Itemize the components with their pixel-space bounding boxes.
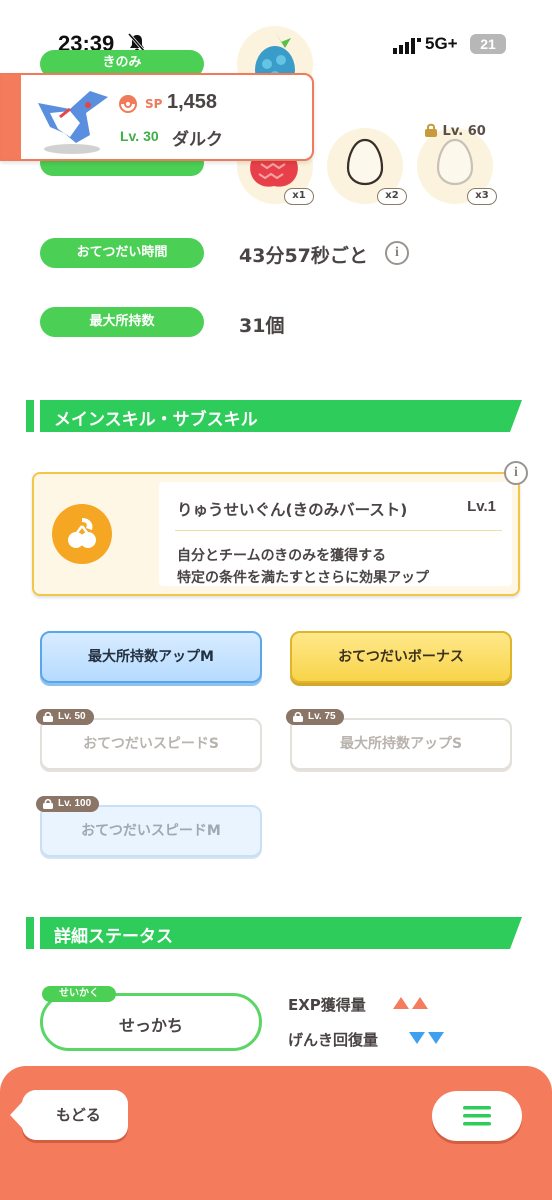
nature-tag: せいかく xyxy=(42,986,116,1002)
nature-up-effect: EXP獲得量 xyxy=(288,996,366,1014)
ingredient-count: x3 xyxy=(467,188,497,205)
popup-accent-stripe xyxy=(2,75,21,159)
main-skill-name: りゅうせいぐん(きのみバースト) xyxy=(177,501,408,519)
up-arrows-icon xyxy=(393,997,428,1009)
signal-icon xyxy=(393,38,421,54)
max-carry-label: 最大所持数 xyxy=(40,307,204,337)
egg-icon xyxy=(346,138,384,186)
menu-button[interactable] xyxy=(432,1091,522,1141)
lock-level-tag: Lv. 50 xyxy=(36,709,94,725)
skills-section-header: メインスキル・サブスキル xyxy=(26,400,522,432)
skills-section-title: メインスキル・サブスキル xyxy=(54,410,258,430)
info-icon[interactable]: i xyxy=(385,241,409,265)
sub-skill-help-speed-s[interactable]: おてつだいスピードS xyxy=(40,718,262,770)
sp-value: 1,458 xyxy=(167,91,218,113)
ingredient-count: x1 xyxy=(284,188,314,205)
pokemon-level: Lv. 30 xyxy=(120,128,159,144)
battery-icon: 21 xyxy=(470,34,506,54)
help-time-label: おてつだい時間 xyxy=(40,238,204,268)
sub-skill-help-speed-m[interactable]: おてつだいスピードM xyxy=(40,805,262,857)
pokeball-icon xyxy=(119,95,137,113)
back-button[interactable]: もどる xyxy=(10,1090,128,1140)
main-skill-description: 自分とチームのきのみを獲得する 特定の条件を満たすとさらに効果アップ xyxy=(177,548,429,586)
pokemon-name: ダルク xyxy=(172,130,223,150)
lock-icon xyxy=(43,799,53,809)
berry-burst-skill-icon xyxy=(52,504,112,564)
nature-value: せっかち xyxy=(118,1016,183,1035)
nature-down-effect: げんき回復量 xyxy=(288,1031,379,1049)
ingredient-count: x2 xyxy=(377,188,407,205)
main-skill-level: Lv.1 xyxy=(467,498,496,515)
pokemon-avatar-icon xyxy=(38,91,108,154)
max-carry-value: 31個 xyxy=(239,315,285,337)
lock-level-tag: Lv. 75 xyxy=(286,709,344,725)
lock-level-tag: Lv. 100 xyxy=(36,796,100,812)
hamburger-menu-icon xyxy=(463,1106,491,1126)
details-section-title: 詳細ステータス xyxy=(54,927,173,947)
help-time-value: 43分57秒ごと xyxy=(239,245,368,267)
lock-icon xyxy=(43,712,53,722)
divider xyxy=(175,530,502,531)
down-arrows-icon xyxy=(409,1032,444,1044)
info-icon[interactable]: i xyxy=(504,461,528,485)
egg-icon xyxy=(436,138,474,186)
network-type: 5G+ xyxy=(425,34,458,53)
lock-icon xyxy=(425,123,437,137)
main-skill-card[interactable]: りゅうせいぐん(きのみバースト) Lv.1 自分とチームのきのみを獲得する 特定… xyxy=(32,472,520,596)
lock-level-label: Lv. 60 xyxy=(424,123,486,139)
sub-skill-max-carry-m[interactable]: 最大所持数アップM xyxy=(40,631,262,683)
sp-label: SP xyxy=(145,97,163,111)
sub-skill-help-bonus[interactable]: おてつだいボーナス xyxy=(290,631,512,683)
lock-icon xyxy=(293,712,303,722)
pokemon-info-popup[interactable]: SP 1,458 Lv. 30 ダルク xyxy=(0,73,314,161)
details-section-header: 詳細ステータス xyxy=(26,917,522,949)
sub-skill-max-carry-s[interactable]: 最大所持数アップS xyxy=(290,718,512,770)
